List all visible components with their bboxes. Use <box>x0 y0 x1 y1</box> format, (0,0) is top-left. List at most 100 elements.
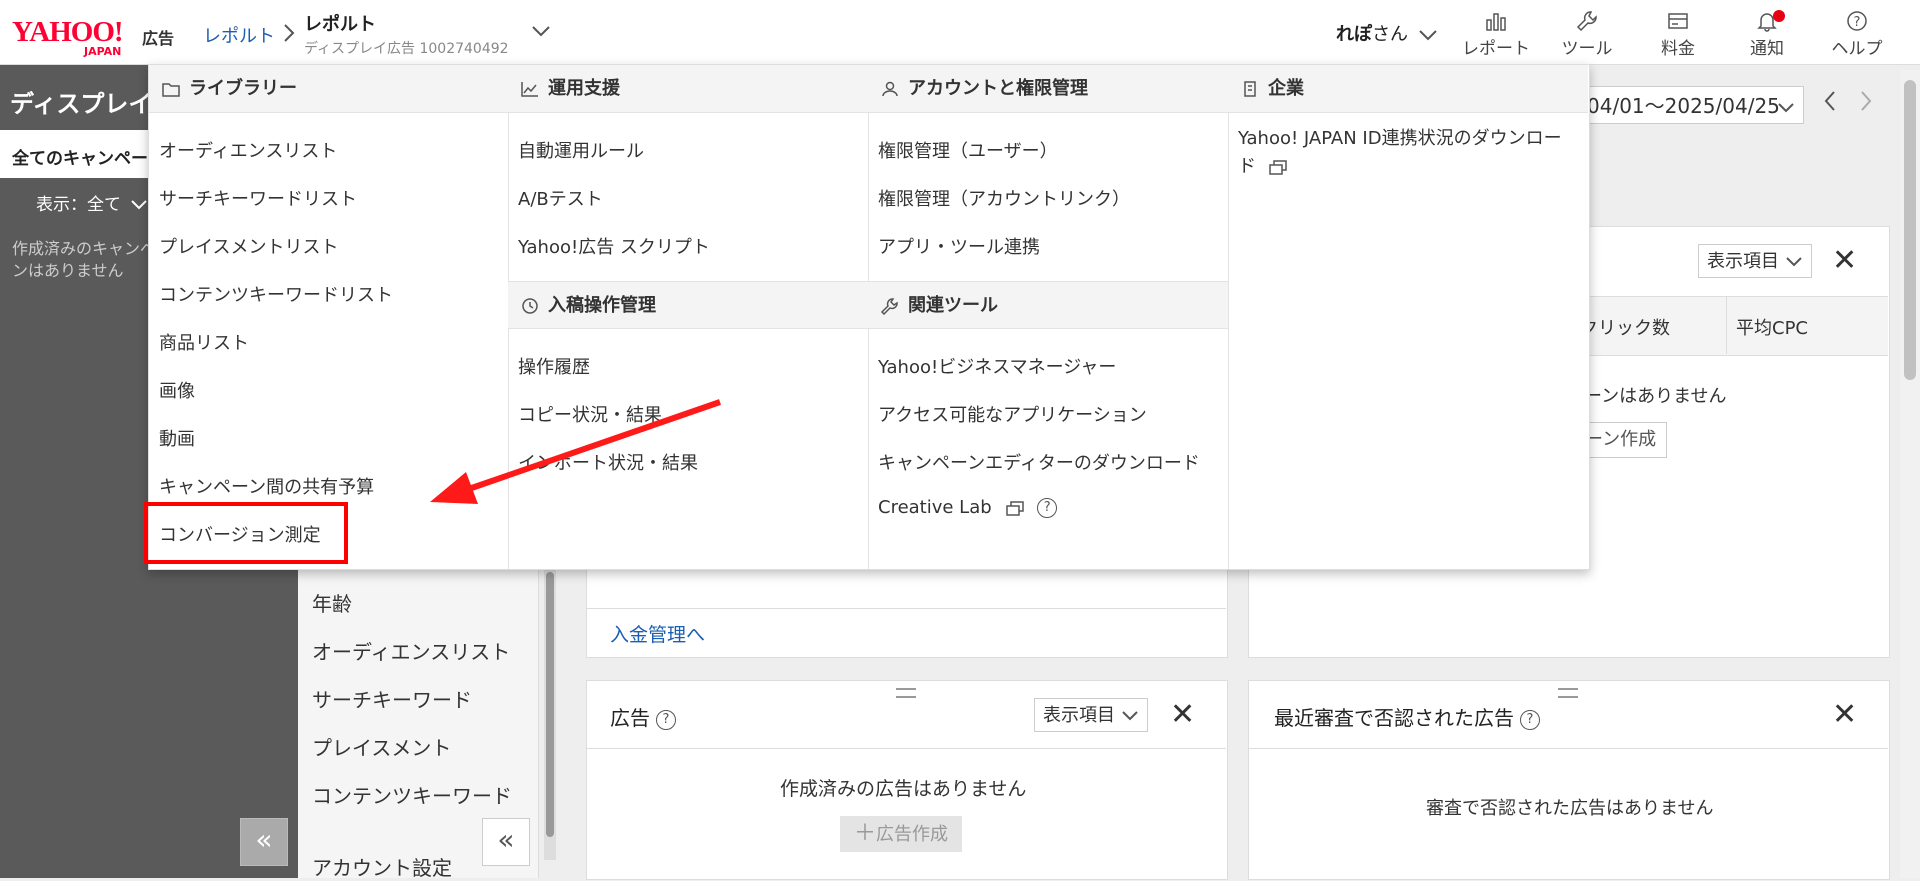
chevron-down-icon <box>1778 103 1794 113</box>
menu-section-operation-support: 運用支援 <box>508 65 868 113</box>
top-header: YAHOO! JAPAN 広告 レポルト レポルト ディスプレイ広告 10027… <box>0 0 1920 65</box>
history-icon <box>522 298 538 314</box>
menu-item-search-keyword-list[interactable]: サーチキーワードリスト <box>159 185 357 211</box>
rejected-panel-close-icon[interactable]: ✕ <box>1832 700 1857 730</box>
subnav-item-search-keyword[interactable]: サーチキーワード <box>312 684 472 713</box>
help-icon[interactable]: ? <box>1520 709 1540 730</box>
yahoo-logo-japan: JAPAN <box>84 45 122 58</box>
menu-item-shared-budget[interactable]: キャンペーン間の共有予算 <box>159 473 374 499</box>
rejected-title-text: 最近審査で否認された広告 <box>1274 706 1514 730</box>
campaign-display-items-button[interactable]: 表示項目 <box>1698 244 1812 278</box>
menu-item-campaign-editor-download[interactable]: キャンペーンエディターのダウンロード <box>878 449 1200 475</box>
ads-create-button[interactable]: ＋広告作成 <box>840 816 963 852</box>
menu-column-company: 企業 Yahoo! JAPAN ID連携状況のダウンロード <box>1228 65 1588 569</box>
external-window-icon <box>1006 501 1025 516</box>
ads-create-label: 広告作成 <box>876 824 949 845</box>
chevron-down-icon <box>131 200 148 210</box>
header-tools-button[interactable]: ツール <box>1547 10 1627 59</box>
menu-item-ab-test[interactable]: A/Bテスト <box>518 185 603 211</box>
account-sub: ディスプレイ広告 1002740492 <box>304 41 509 57</box>
menu-item-permission-account-link[interactable]: 権限管理（アカウントリンク） <box>878 185 1130 211</box>
help-icon[interactable]: ? <box>1037 498 1058 518</box>
menu-section-account-permissions-title: アカウントと権限管理 <box>908 78 1088 99</box>
menu-item-placement-list[interactable]: プレイスメントリスト <box>159 233 338 259</box>
billing-management-link[interactable]: 入金管理へ <box>610 620 705 647</box>
external-window-icon <box>1268 160 1287 175</box>
bar-chart-icon <box>1486 13 1506 31</box>
line-chart-icon <box>521 82 538 97</box>
ads-display-items-label: 表示項目 <box>1043 705 1115 726</box>
ads-display-items-button[interactable]: 表示項目 <box>1034 698 1148 732</box>
collapse-sidebar-button[interactable]: « <box>240 818 288 866</box>
menu-item-videos[interactable]: 動画 <box>159 425 195 451</box>
chevron-right-icon <box>282 22 296 49</box>
sidebar-title: ディスプレイ <box>10 90 153 118</box>
col-cpc-header[interactable]: 平均CPC <box>1736 314 1808 340</box>
sidebar-filter[interactable]: 表示：全て <box>36 190 148 215</box>
subnav-item-placement[interactable]: プレイスメント <box>312 732 451 761</box>
header-notification-button[interactable]: 通知 <box>1727 10 1807 59</box>
header-report-button[interactable]: レポート <box>1456 10 1536 59</box>
menu-item-permission-users[interactable]: 権限管理（ユーザー） <box>878 137 1058 163</box>
campaign-panel-close-icon[interactable]: ✕ <box>1832 246 1857 276</box>
subnav-item-age[interactable]: 年齢 <box>312 588 352 617</box>
svg-text:?: ? <box>1854 15 1861 30</box>
main-scrollbar-thumb[interactable] <box>1904 80 1916 380</box>
ads-panel-drag-handle[interactable] <box>896 688 916 698</box>
menu-section-company: 企業 <box>1228 65 1588 113</box>
rejected-divider <box>1248 748 1888 749</box>
user-menu[interactable]: れぽさん <box>1336 20 1438 46</box>
menu-item-content-keyword-list[interactable]: コンテンツキーワードリスト <box>159 281 393 307</box>
subnav-item-content-keyword[interactable]: コンテンツキーワード <box>312 780 512 809</box>
menu-item-id-link-download[interactable]: Yahoo! JAPAN ID連携状況のダウンロード <box>1238 125 1578 181</box>
menu-column-account: アカウントと権限管理 権限管理（ユーザー） 権限管理（アカウントリンク） アプリ… <box>868 65 1229 569</box>
menu-section-operation-support-title: 運用支援 <box>548 78 620 99</box>
menu-item-audience-list[interactable]: オーディエンスリスト <box>159 137 337 163</box>
collapse-subnav-button[interactable]: « <box>482 818 530 866</box>
rejected-panel-drag-handle[interactable] <box>1558 688 1578 698</box>
billing-divider <box>586 608 1226 609</box>
chevron-down-icon <box>1122 711 1138 721</box>
subnav-item-audience-list[interactable]: オーディエンスリスト <box>312 636 510 665</box>
rejected-panel-title: 最近審査で否認された広告? <box>1274 702 1540 731</box>
menu-item-ads-script[interactable]: Yahoo!広告 スクリプト <box>518 233 710 259</box>
header-help-button[interactable]: ? ヘルプ <box>1817 10 1897 59</box>
rejected-empty-message: 審査で否認された広告はありません <box>1426 798 1714 819</box>
person-icon <box>882 81 898 97</box>
menu-item-business-manager[interactable]: Yahoo!ビジネスマネージャー <box>878 353 1116 379</box>
prev-period-arrow-icon[interactable] <box>1820 88 1840 119</box>
menu-item-images[interactable]: 画像 <box>159 377 195 403</box>
menu-section-company-title: 企業 <box>1268 78 1304 99</box>
account-switch-chevron-icon[interactable] <box>530 22 552 45</box>
ads-panel-close-icon[interactable]: ✕ <box>1170 700 1195 730</box>
header-report-label: レポート <box>1462 39 1530 59</box>
folder-icon <box>162 83 180 97</box>
user-suffix: さん <box>1372 24 1408 45</box>
menu-item-product-list[interactable]: 商品リスト <box>159 329 249 355</box>
date-range-picker[interactable]: 04/01〜2025/04/25 <box>1580 86 1804 124</box>
header-billing-button[interactable]: 料金 <box>1638 10 1718 59</box>
menu-section-library-title: ライブラリー <box>189 78 297 99</box>
menu-item-accessible-apps[interactable]: アクセス可能なアプリケーション <box>878 401 1147 427</box>
subnav-item-account-settings[interactable]: アカウント設定 <box>312 852 452 881</box>
annotation-arrow-icon <box>430 399 721 504</box>
menu-item-app-tool-integration[interactable]: アプリ・ツール連携 <box>878 233 1040 259</box>
next-period-arrow-icon[interactable] <box>1856 88 1876 119</box>
ads-panel-title: 広告? <box>610 702 676 731</box>
header-tools-label: ツール <box>1561 39 1613 59</box>
breadcrumb-link[interactable]: レポルト <box>203 22 275 48</box>
col-clicks-header[interactable]: クリック数 <box>1580 314 1670 340</box>
subnav-scrollbar-thumb[interactable] <box>546 572 554 837</box>
ads-empty-message: 作成済みの広告はありません <box>780 778 1027 800</box>
sidebar-all-campaigns[interactable]: 全てのキャンペー <box>12 144 148 169</box>
sidebar-filter-label: 表示：全て <box>36 195 121 215</box>
header-help-label: ヘルプ <box>1831 39 1883 59</box>
campaign-display-items-label: 表示項目 <box>1707 251 1779 272</box>
menu-item-auto-rules[interactable]: 自動運用ルール <box>518 137 644 163</box>
menu-item-operation-history[interactable]: 操作履歴 <box>518 353 590 379</box>
chevron-down-icon <box>1786 257 1802 267</box>
campaign-empty-message: ーンはありません <box>1584 386 1727 407</box>
menu-item-creative-lab[interactable]: Creative Lab ? <box>878 497 1058 518</box>
help-icon[interactable]: ? <box>656 709 676 730</box>
date-range-value: 04/01〜2025/04/25 <box>1587 94 1780 118</box>
